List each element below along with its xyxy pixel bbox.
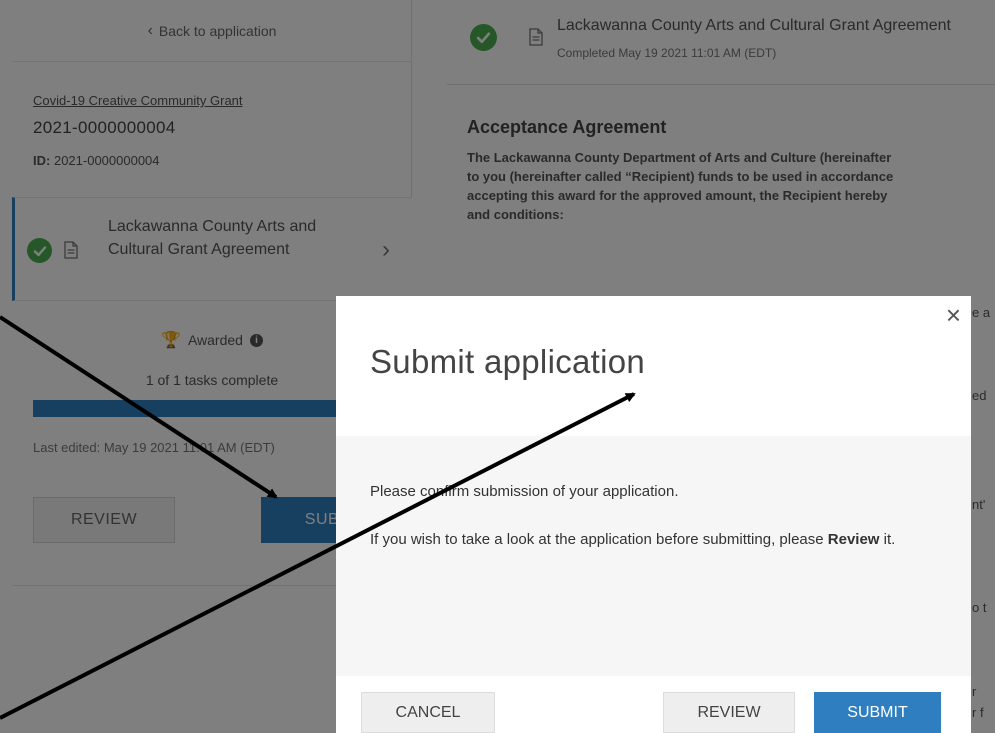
cancel-button[interactable]: CANCEL <box>361 692 495 733</box>
review-prompt: If you wish to take a look at the applic… <box>370 529 930 551</box>
review-prompt-text: If you wish to take a look at the applic… <box>370 531 828 548</box>
close-icon[interactable]: × <box>946 300 961 330</box>
dialog-footer: CANCEL REVIEW SUBMIT <box>336 676 971 733</box>
dialog-title: Submit application <box>370 343 646 380</box>
submit-application-dialog: × Submit application Please confirm subm… <box>336 296 971 733</box>
confirm-message: Please confirm submission of your applic… <box>370 483 679 500</box>
dialog-review-button[interactable]: REVIEW <box>663 692 795 733</box>
review-prompt-end: it. <box>879 531 896 548</box>
dialog-body: Please confirm submission of your applic… <box>336 436 971 676</box>
application-page: ‹ Back to application Covid-19 Creative … <box>0 0 995 733</box>
dialog-submit-button[interactable]: SUBMIT <box>814 692 941 733</box>
review-prompt-link-text: Review <box>827 531 880 548</box>
